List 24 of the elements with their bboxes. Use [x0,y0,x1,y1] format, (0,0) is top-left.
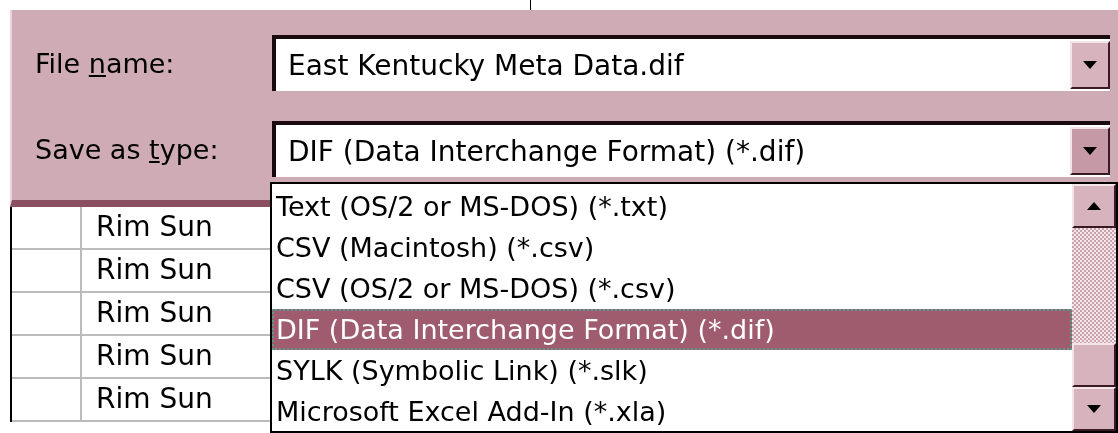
list-item[interactable]: Microsoft Excel Add-In (*.xla) [272,391,1072,432]
scroll-thumb[interactable] [1072,343,1116,387]
dropdown-button[interactable] [1070,41,1110,89]
file-type-combo[interactable]: DIF (Data Interchange Format) (*.dif) [272,121,1110,177]
table-cell-text: Rim Sun [95,252,213,288]
field-label: File name: [34,47,176,79]
table-cell-text: Rim Sun [95,381,213,417]
list-item[interactable]: SYLK (Symbolic Link) (*.slk) [272,350,1072,391]
list-item[interactable]: CSV (OS/2 or MS-DOS) (*.csv) [272,268,1072,309]
field-label: Save as type: [34,133,220,165]
scroll-up-button[interactable] [1072,184,1116,228]
table-cell-text: Rim Sun [95,295,213,331]
down-arrow-icon [1083,147,1097,155]
dropdown-button[interactable] [1070,127,1110,175]
list-item[interactable]: CSV (Macintosh) (*.csv) [272,227,1072,268]
scroll-down-button[interactable] [1072,387,1116,431]
down-arrow-icon [1087,405,1101,413]
list-item[interactable]: DIF (Data Interchange Format) (*.dif) [272,309,1072,350]
down-arrow-icon [1083,61,1097,69]
list-item[interactable]: Text (OS/2 or MS-DOS) (*.txt) [272,186,1072,227]
file-name-combo[interactable]: East Kentucky Meta Data.dif [272,35,1110,91]
up-arrow-icon [1087,202,1101,210]
table-cell-text: Rim Sun [95,338,213,374]
table-cell-text: Rim Sun [95,209,213,245]
